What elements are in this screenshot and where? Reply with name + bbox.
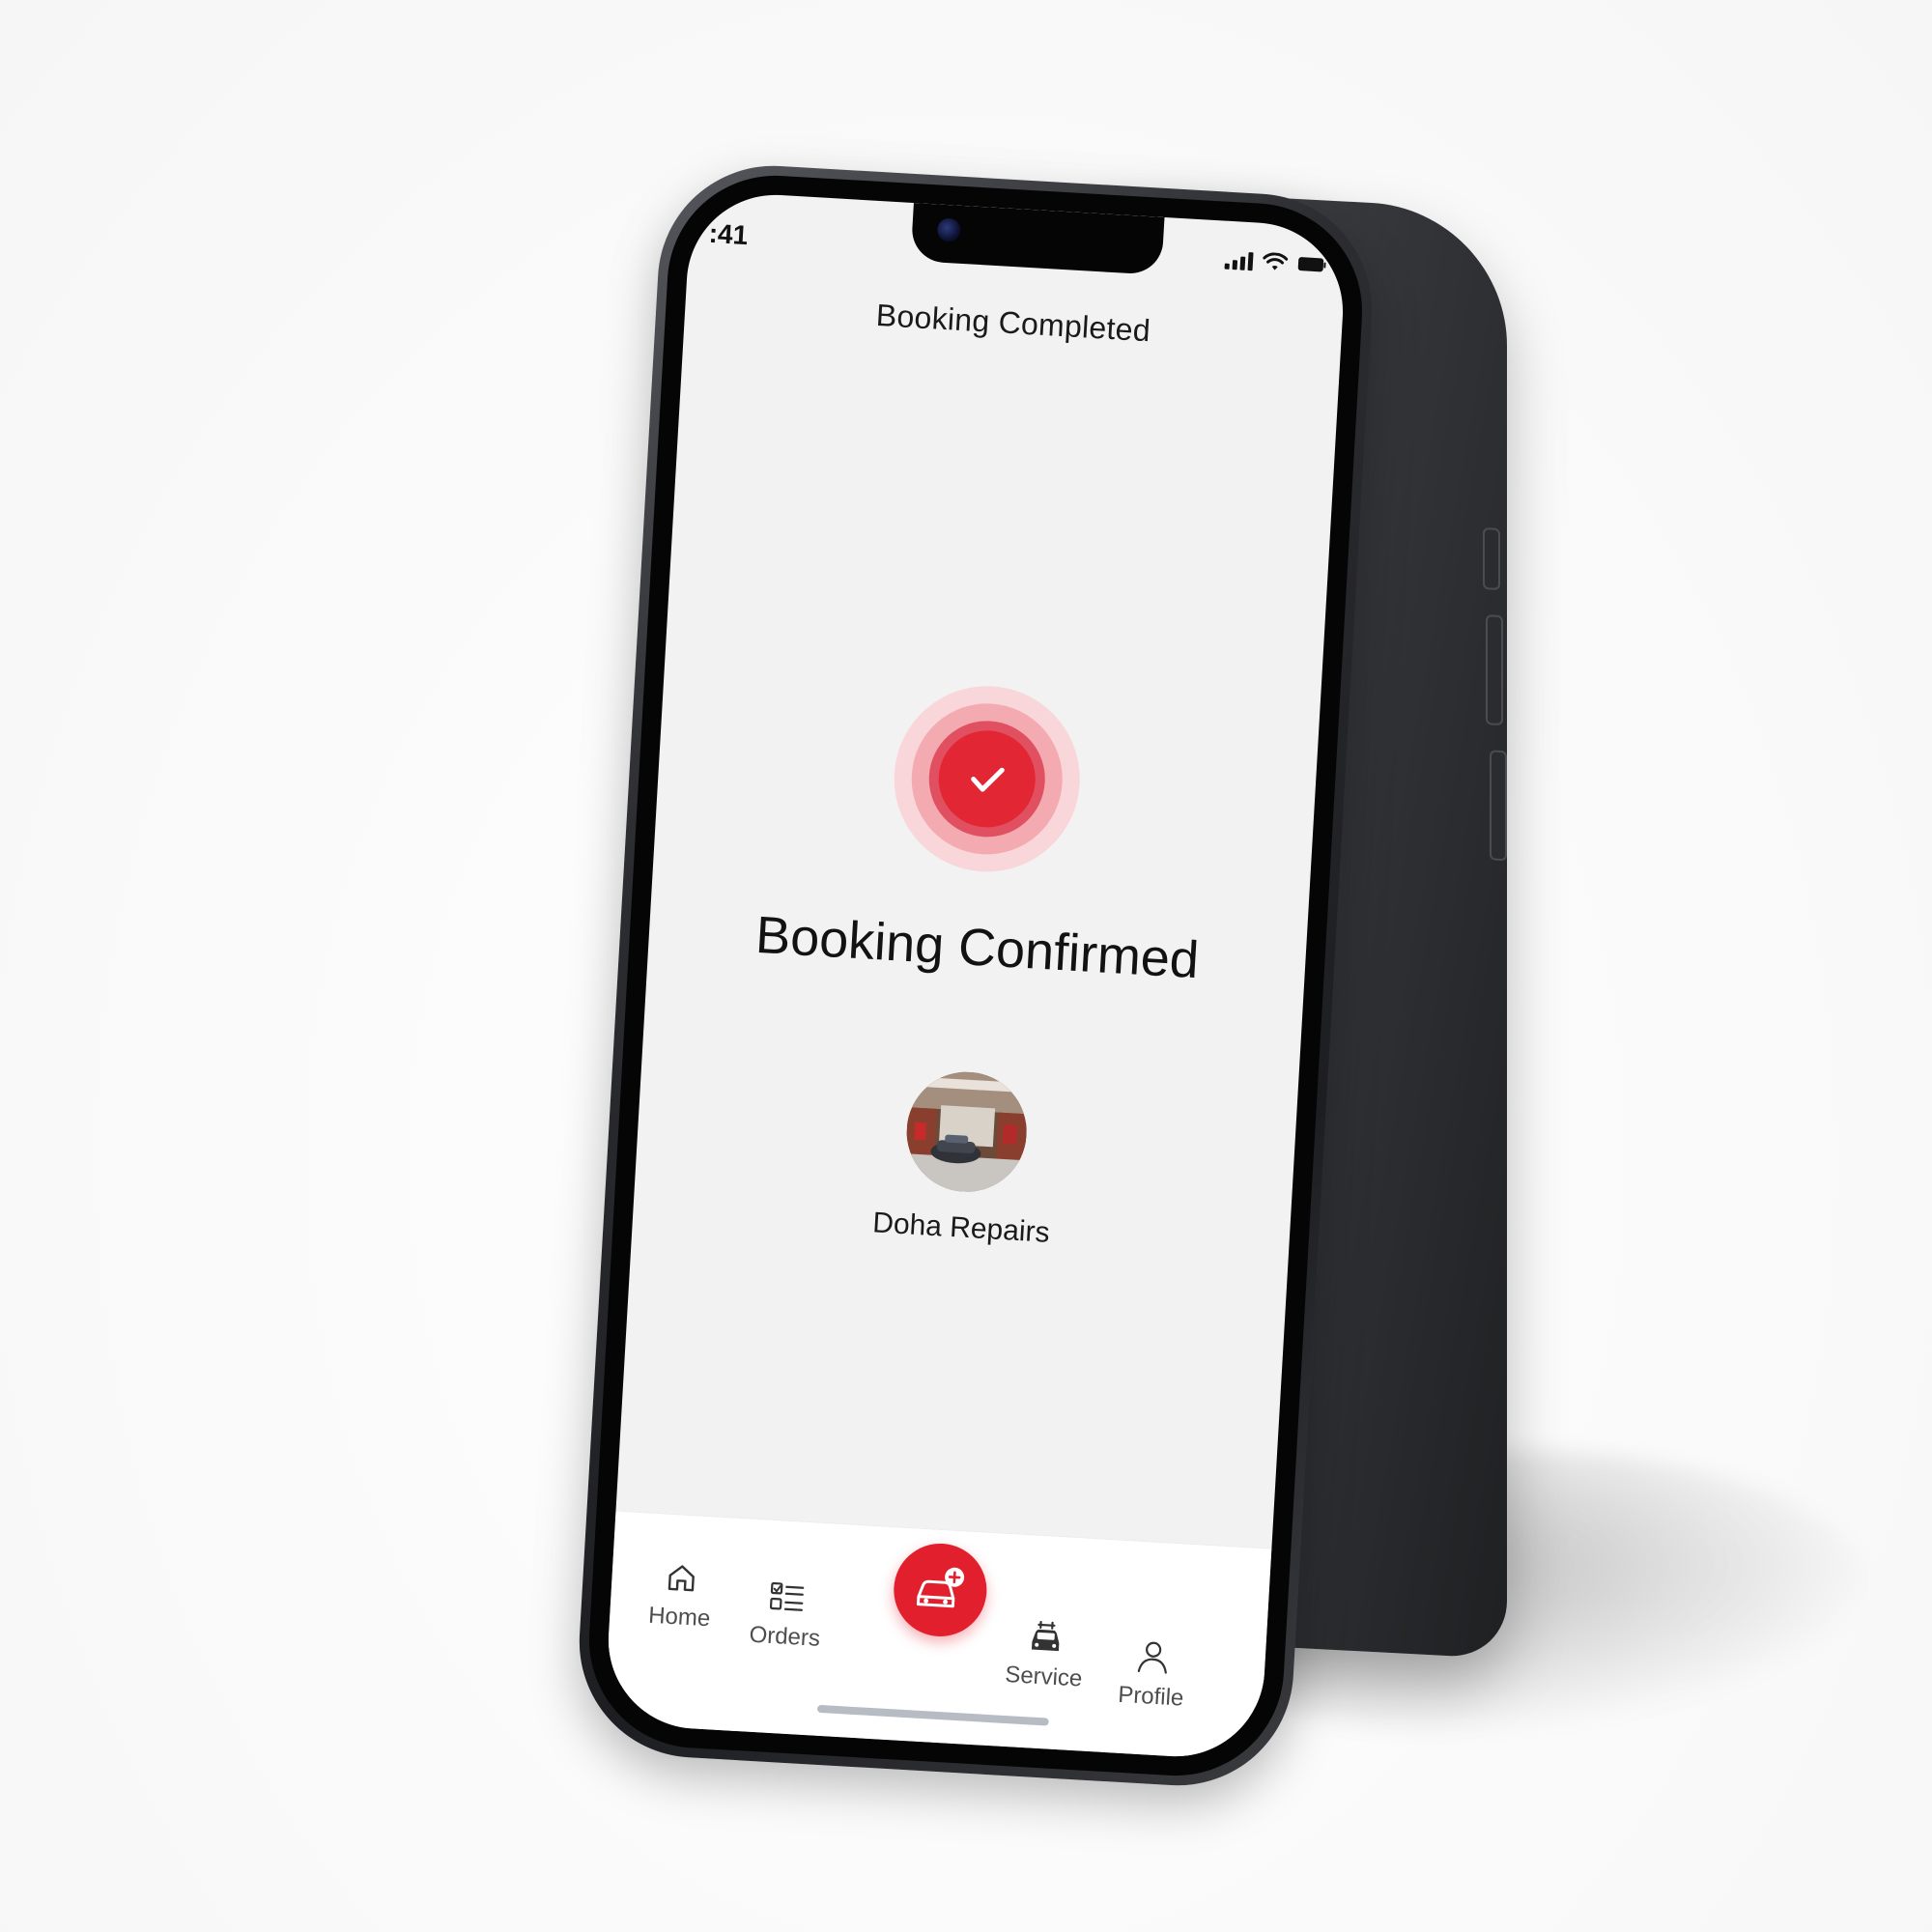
tab-label-orders: Orders [748, 1621, 821, 1652]
status-time: :41 [707, 217, 750, 251]
wifi-icon [1263, 252, 1289, 270]
tab-orders[interactable]: Orders [726, 1577, 846, 1654]
home-indicator[interactable] [816, 1704, 1049, 1726]
signal-icon [1224, 250, 1254, 271]
tab-label-service: Service [1004, 1661, 1084, 1692]
battery-icon [1297, 257, 1326, 272]
provider-avatar[interactable] [903, 1068, 1031, 1196]
phone-screen: :41 Booking Completed Booking Confirmed … [603, 189, 1349, 1762]
product-mockup-scene: :41 Booking Completed Booking Confirmed … [0, 0, 1932, 1932]
provider-name[interactable]: Doha Repairs [633, 1193, 1291, 1264]
bottom-tab-bar: Home Orders Service Profile [603, 1510, 1272, 1762]
home-icon [668, 1565, 695, 1592]
add-booking-button[interactable] [891, 1541, 990, 1639]
add-car-icon [916, 1567, 965, 1608]
success-badge [889, 680, 1086, 877]
garage-photo [903, 1068, 1031, 1196]
page-title: Booking Completed [874, 297, 1151, 349]
front-camera [936, 217, 962, 242]
phone-device: :41 Booking Completed Booking Confirmed … [573, 159, 1378, 1792]
car-service-icon [1031, 1620, 1060, 1652]
status-icons [1224, 250, 1327, 275]
tab-profile[interactable]: Profile [1093, 1635, 1212, 1714]
confirmation-title: Booking Confirmed [753, 905, 1201, 990]
side-button [1483, 527, 1500, 590]
tab-service[interactable]: Service [985, 1618, 1105, 1694]
volume-down-button [1490, 750, 1507, 862]
user-icon [1137, 1641, 1167, 1674]
volume-up-button [1486, 614, 1503, 726]
tab-label-profile: Profile [1117, 1681, 1185, 1712]
orders-list-icon [769, 1581, 805, 1611]
tab-label-home: Home [647, 1602, 712, 1633]
check-icon [971, 767, 1005, 792]
tab-home[interactable]: Home [621, 1558, 741, 1634]
